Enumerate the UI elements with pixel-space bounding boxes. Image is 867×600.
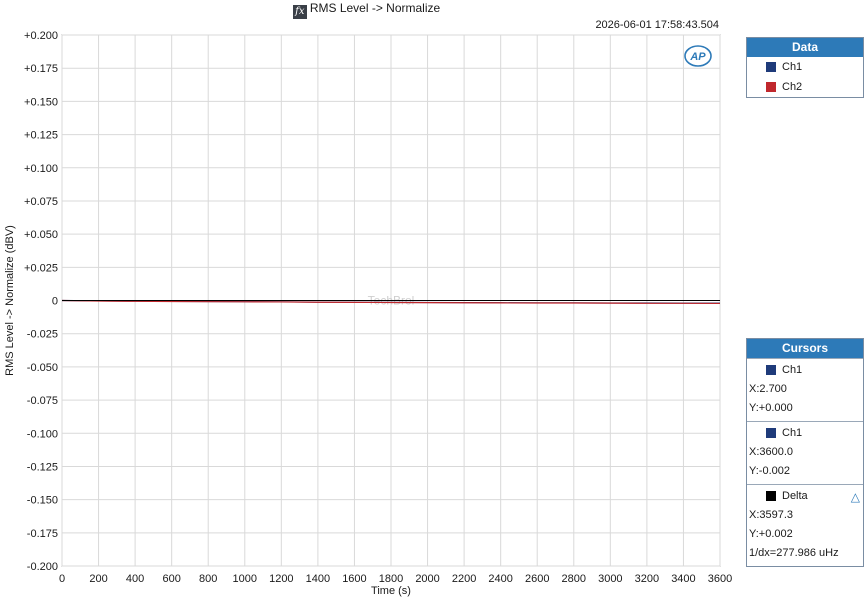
- x-tick-label: 1600: [342, 573, 366, 585]
- delta-y: Y:+0.002: [749, 528, 793, 540]
- data-panel-header: Data: [747, 38, 863, 57]
- x-tick-label: 600: [162, 573, 180, 585]
- ap-logo-text: AP: [689, 51, 706, 63]
- x-tick-label: 2600: [525, 573, 549, 585]
- x-tick-label: 3400: [671, 573, 695, 585]
- cursors-panel: Cursors Ch1 X:2.700 Y:+0.000 Ch1 X:3600.…: [746, 338, 864, 567]
- legend-item-ch1[interactable]: Ch1: [747, 57, 863, 77]
- cursor-2-channel[interactable]: Ch1: [747, 424, 863, 443]
- x-tick-label: 0: [59, 573, 65, 585]
- x-tick-label: 3000: [598, 573, 622, 585]
- cursor-1-block[interactable]: Ch1 X:2.700 Y:+0.000: [747, 358, 863, 421]
- chart-svg[interactable]: TechBrol+0.200+0.175+0.150+0.125+0.100+0…: [0, 0, 740, 600]
- y-tick-label: +0.075: [24, 196, 58, 208]
- data-legend-panel: Data Ch1 Ch2: [746, 37, 864, 98]
- y-tick-label: -0.100: [27, 428, 58, 440]
- y-axis-label: RMS Level -> Normalize (dBV): [4, 225, 16, 376]
- y-tick-label: +0.150: [24, 96, 58, 108]
- legend-label: Ch1: [782, 61, 803, 73]
- y-tick-label: -0.075: [27, 395, 58, 407]
- delta-label: Delta: [782, 490, 808, 502]
- cursor-2-label: Ch1: [782, 427, 803, 439]
- cursor-1-x: X:2.700: [749, 383, 787, 395]
- y-tick-label: 0: [52, 296, 58, 308]
- delta-block[interactable]: Delta △ X:3597.3 Y:+0.002 1/dx=277.986 u…: [747, 484, 863, 566]
- y-tick-label: +0.200: [24, 30, 58, 42]
- cursor-2-y: Y:-0.002: [749, 465, 790, 477]
- cursor-1-channel[interactable]: Ch1: [747, 361, 863, 380]
- legend-label: Ch2: [782, 81, 803, 93]
- y-tick-label: +0.125: [24, 130, 58, 142]
- legend-item-ch2[interactable]: Ch2: [747, 77, 863, 97]
- x-tick-label: 400: [126, 573, 144, 585]
- cursor-2-block[interactable]: Ch1 X:3600.0 Y:-0.002: [747, 421, 863, 484]
- y-tick-label: -0.025: [27, 329, 58, 341]
- x-tick-label: 800: [199, 573, 217, 585]
- x-tick-label: 2000: [415, 573, 439, 585]
- y-tick-label: -0.200: [27, 561, 58, 573]
- cursor-1-label: Ch1: [782, 364, 803, 376]
- y-tick-label: +0.050: [24, 229, 58, 241]
- y-tick-label: -0.175: [27, 528, 58, 540]
- y-tick-label: -0.125: [27, 461, 58, 473]
- x-tick-label: 2400: [488, 573, 512, 585]
- x-tick-label: 3200: [635, 573, 659, 585]
- x-axis-label: Time (s): [371, 585, 411, 597]
- x-tick-label: 1800: [379, 573, 403, 585]
- delta-row[interactable]: Delta △: [747, 487, 863, 506]
- x-tick-label: 1400: [306, 573, 330, 585]
- x-tick-label: 1200: [269, 573, 293, 585]
- delta-triangle-icon[interactable]: △: [851, 488, 860, 507]
- legend-swatch-ch2: [766, 82, 776, 92]
- ap-logo-icon: AP: [684, 45, 712, 67]
- y-tick-label: -0.050: [27, 362, 58, 374]
- y-tick-label: +0.025: [24, 262, 58, 274]
- x-tick-label: 200: [89, 573, 107, 585]
- y-tick-label: -0.150: [27, 495, 58, 507]
- y-tick-label: +0.175: [24, 63, 58, 75]
- y-tick-label: +0.100: [24, 163, 58, 175]
- cursor-2-x: X:3600.0: [749, 446, 794, 458]
- cursor-1-swatch: [766, 365, 776, 375]
- x-tick-label: 1000: [233, 573, 257, 585]
- delta-swatch: [766, 491, 776, 501]
- x-tick-label: 2200: [452, 573, 476, 585]
- delta-frequency: 1/dx=277.986 uHz: [749, 547, 839, 559]
- x-tick-label: 3600: [708, 573, 732, 585]
- delta-x: X:3597.3: [749, 509, 794, 521]
- legend-swatch-ch1: [766, 62, 776, 72]
- cursor-2-swatch: [766, 428, 776, 438]
- cursor-1-y: Y:+0.000: [749, 402, 793, 414]
- cursors-panel-header: Cursors: [747, 339, 863, 358]
- x-tick-label: 2800: [562, 573, 586, 585]
